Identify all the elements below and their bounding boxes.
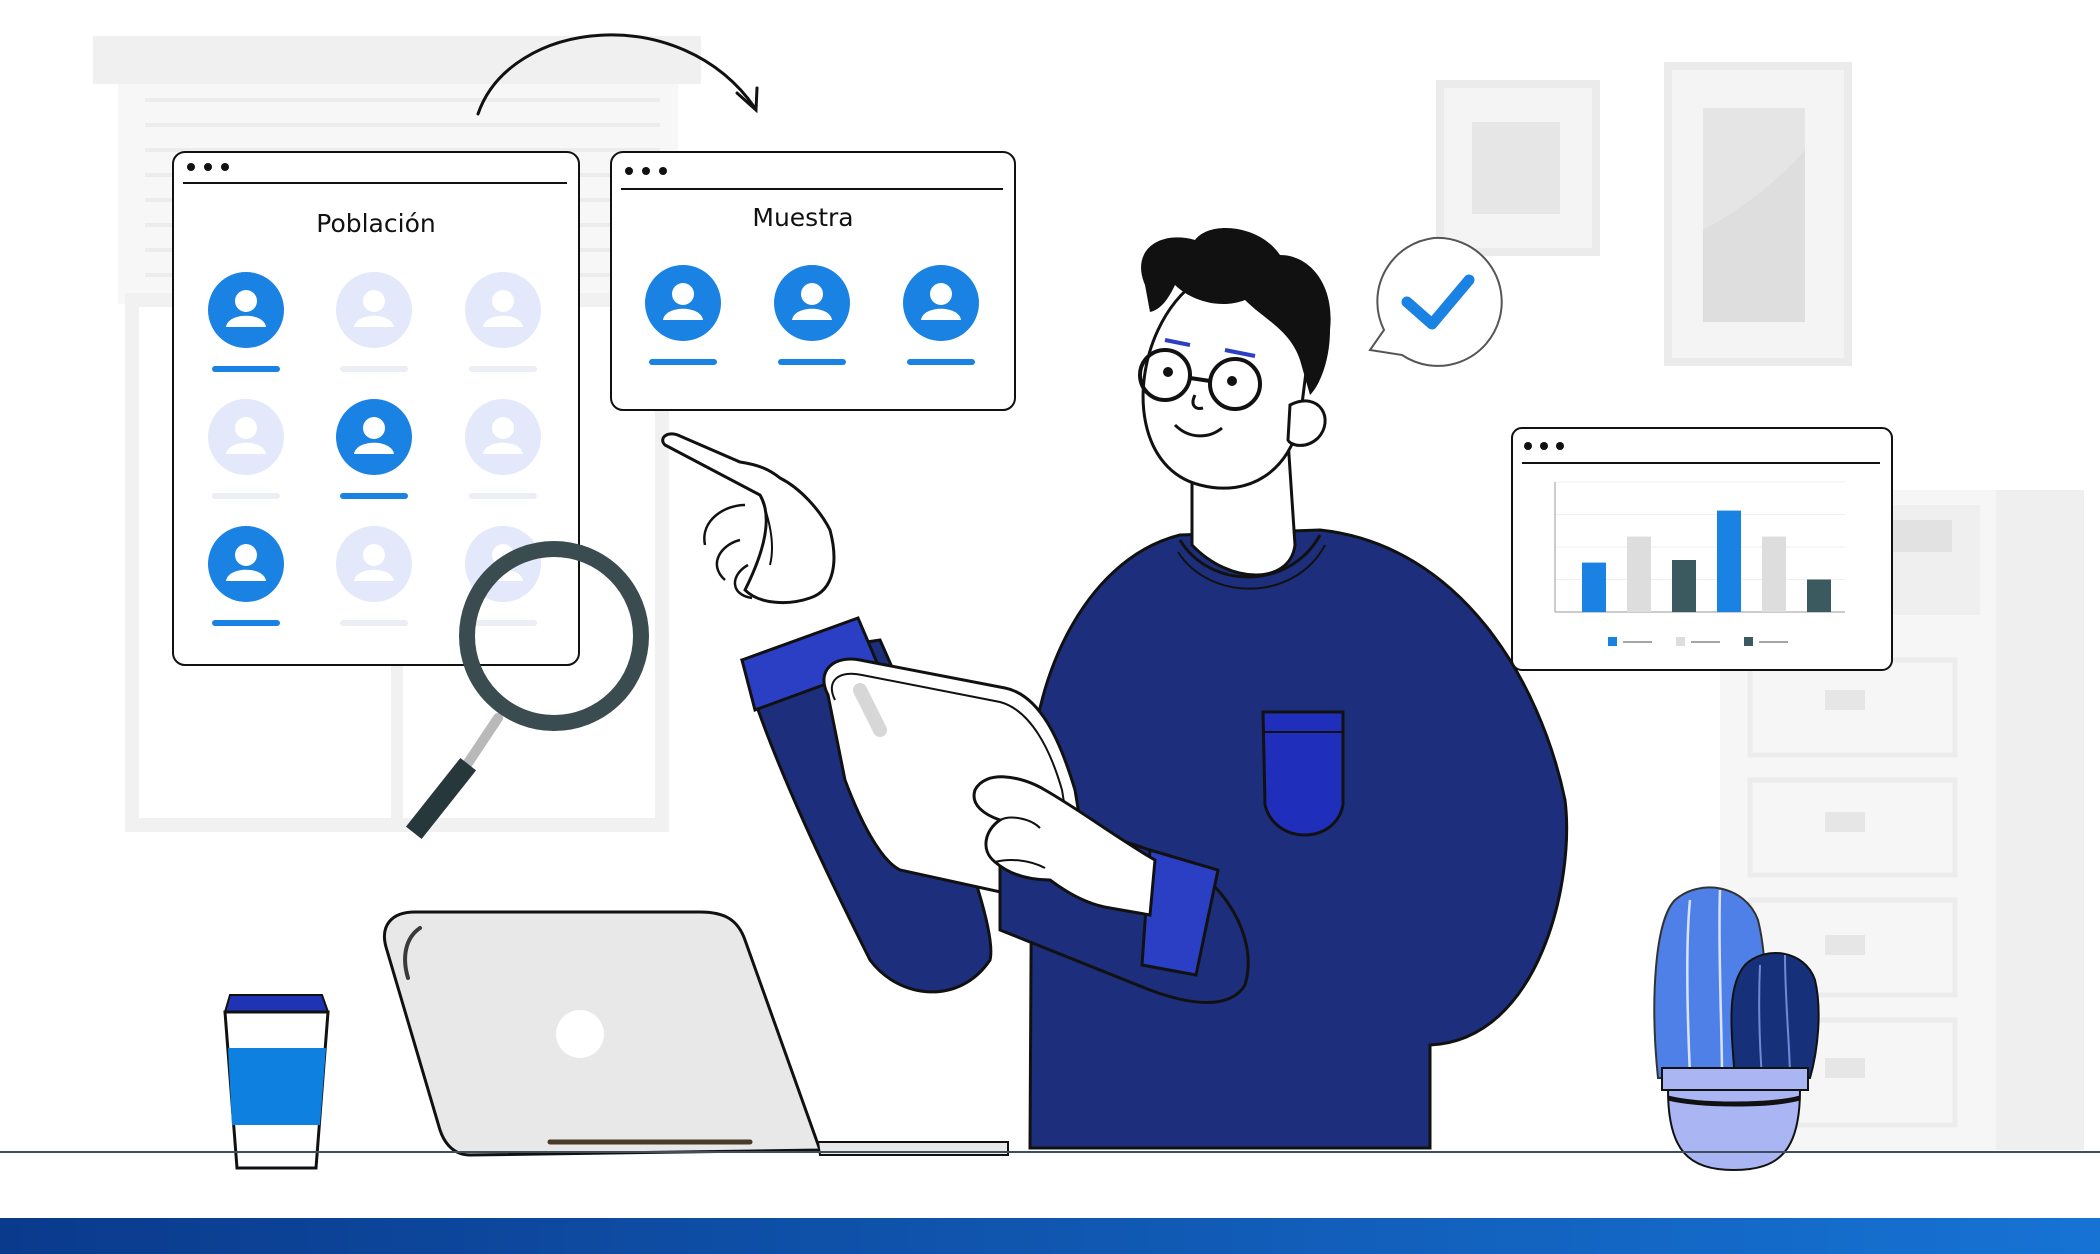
bottom-gradient-bar [0,1218,2100,1254]
check-bubble [1368,236,1503,367]
background-frame-large [1664,62,1852,366]
chart-bar [1762,536,1786,612]
illustration-scene: Población Muestra [0,33,2100,1254]
legend-swatch [1744,637,1753,646]
sample-window: Muestra [610,151,1016,411]
background-frame-small [1436,80,1600,256]
laptop-logo [556,1010,604,1058]
coffee-cup [223,994,330,1170]
chart-bar [1627,536,1651,612]
population-title: Población [316,209,435,238]
sample-title: Muestra [752,203,853,232]
chart-window [1511,427,1893,671]
chart-bar [1717,510,1741,612]
chart-bar [1582,562,1606,612]
chart-bar [1672,560,1696,612]
population-window: Población [172,151,580,666]
chart-bar [1807,579,1831,612]
legend-swatch [1608,637,1617,646]
legend-swatch [1676,637,1685,646]
